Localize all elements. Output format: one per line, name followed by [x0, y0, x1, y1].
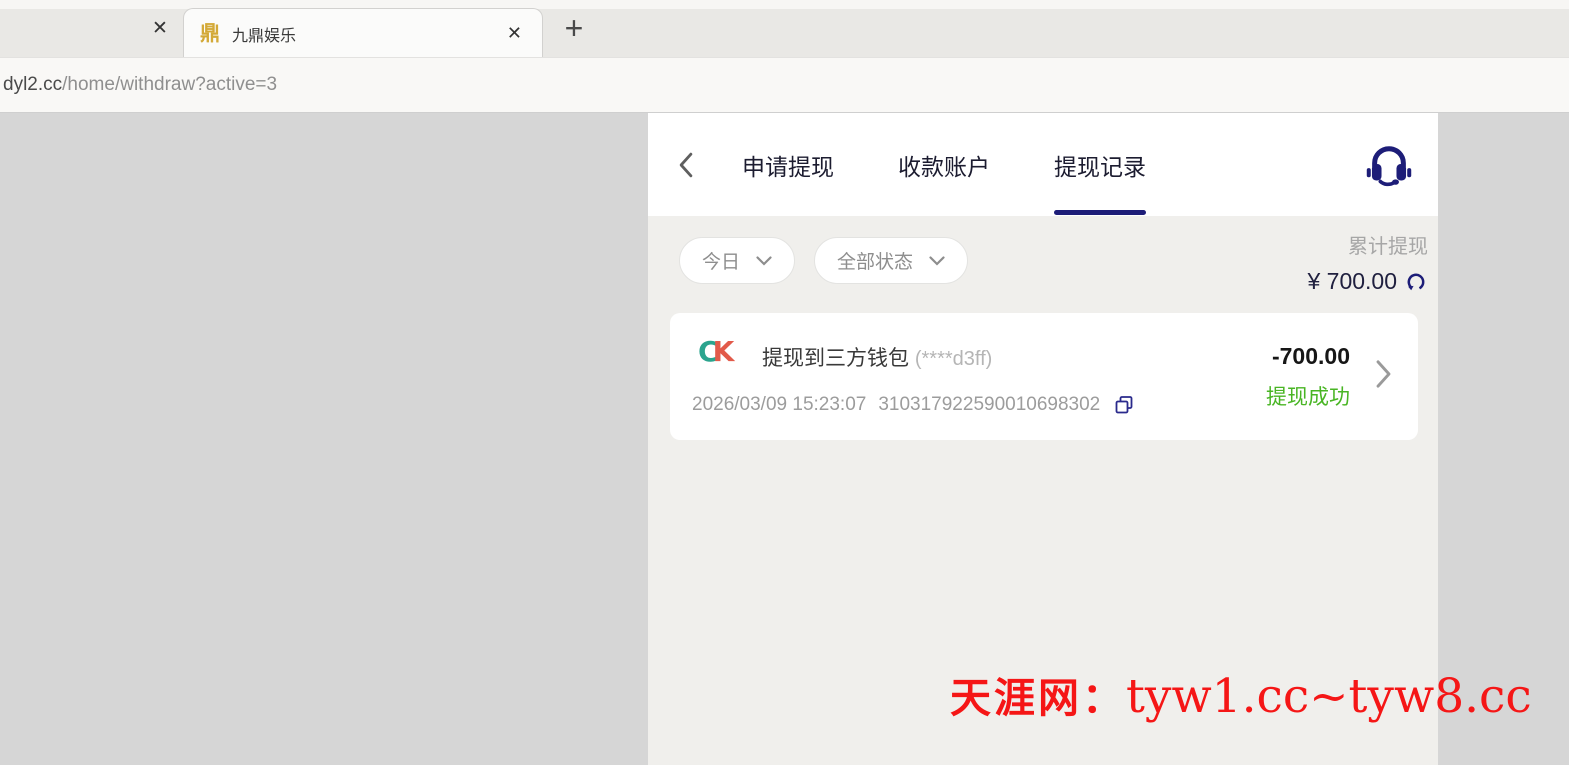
withdraw-record-row[interactable]: CK 提现到三方钱包 (****d3ff) 2026/03/09 15:23:0… [670, 313, 1418, 440]
copy-icon[interactable] [1114, 395, 1134, 415]
okpay-wallet-logo: CK [698, 335, 734, 368]
panel-nav: 申请提现 收款账户 提现记录 [742, 148, 1146, 215]
watermark: 天涯网：tyw1.cc~tyw8.cc [950, 664, 1532, 724]
chevron-down-icon [756, 255, 772, 266]
status-filter-dropdown[interactable]: 全部状态 [814, 237, 969, 284]
record-datetime: 2026/03/09 15:23:07 [692, 394, 867, 415]
record-order-id: 310317922590010698302 [878, 394, 1101, 415]
date-filter-dropdown[interactable]: 今日 [679, 237, 796, 284]
record-meta: 2026/03/09 15:23:07 31031792259001069830… [692, 394, 1134, 416]
tab-payment-accounts[interactable]: 收款账户 [898, 148, 990, 182]
browser-tab-active[interactable]: 鼎 九鼎娱乐 ✕ [183, 8, 543, 58]
back-chevron-icon[interactable] [674, 152, 698, 178]
customer-service-headset-icon[interactable] [1366, 142, 1412, 188]
withdraw-summary: 累计提现 ¥ 700.00 [1307, 230, 1428, 295]
status-filter-value: 全部状态 [837, 252, 914, 273]
filter-row: 今日 全部状态 [679, 237, 969, 284]
summary-label: 累计提现 [1348, 236, 1428, 258]
chevron-down-icon [929, 255, 945, 266]
panel-header: 申请提现 收款账户 提现记录 [648, 113, 1438, 216]
close-icon[interactable]: ✕ [146, 15, 174, 43]
watermark-site-name: 天涯网： [950, 674, 1126, 722]
logo-letter-k: K [712, 335, 735, 368]
close-icon[interactable]: ✕ [501, 21, 528, 46]
record-status-success: 提现成功 [1266, 386, 1350, 409]
new-tab-button[interactable]: + [556, 9, 592, 47]
tab-withdraw-records[interactable]: 提现记录 [1054, 148, 1146, 215]
url-host: dyl2.cc [3, 74, 63, 95]
tab-title: 九鼎娱乐 [232, 27, 297, 45]
browser-tab-strip: ✕ 鼎 九鼎娱乐 ✕ + [0, 0, 1569, 58]
summary-amount: ¥ 700.00 [1307, 268, 1397, 294]
date-filter-value: 今日 [702, 252, 741, 273]
record-amount: -700.00 [1271, 343, 1350, 369]
address-bar[interactable]: dyl2.cc/home/withdraw?active=3 [0, 57, 1569, 113]
tab-apply-withdraw[interactable]: 申请提现 [742, 148, 834, 182]
record-masked-account: (****d3ff) [914, 348, 993, 370]
refresh-icon[interactable] [1404, 270, 1428, 294]
record-title: 提现到三方钱包 (****d3ff) [762, 347, 993, 370]
site-favicon-icon: 鼎 [200, 22, 220, 45]
chevron-right-icon[interactable] [1375, 359, 1392, 389]
url-path: /home/withdraw?active=3 [62, 74, 278, 95]
watermark-urls: tyw1.cc~tyw8.cc [1126, 669, 1532, 724]
